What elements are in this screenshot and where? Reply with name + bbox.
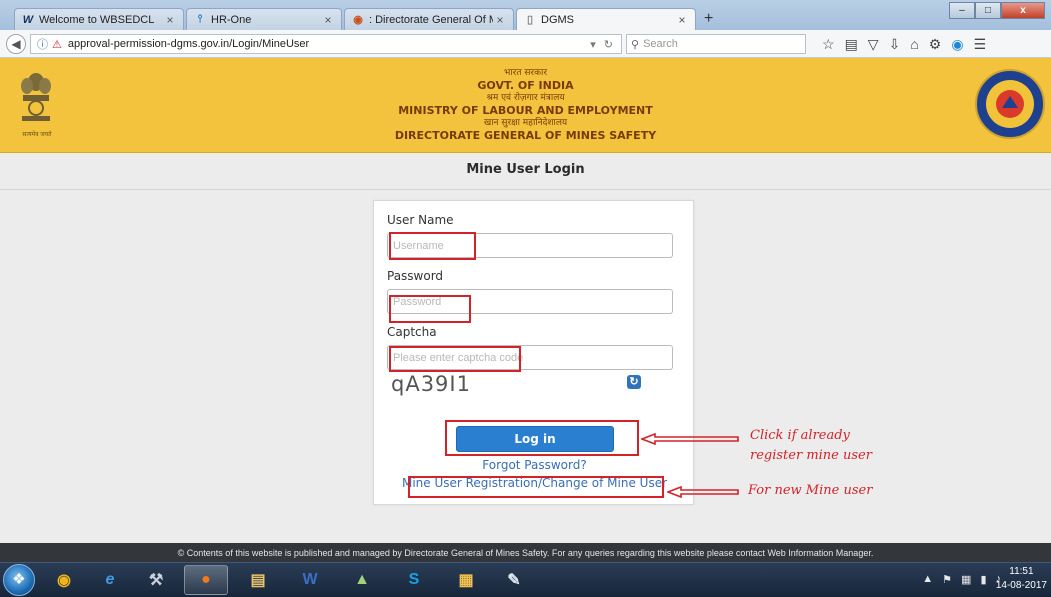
tab-wbsedcl[interactable]: W Welcome to WBSEDCL × bbox=[14, 8, 184, 30]
tab-label: Welcome to WBSEDCL bbox=[39, 13, 155, 26]
header-line-hindi-1: भारत सरकार bbox=[503, 68, 548, 78]
annotation-note-login-line1: Click if already bbox=[750, 428, 850, 443]
password-input[interactable] bbox=[387, 289, 673, 314]
signal-bars-icon[interactable]: ▮ bbox=[980, 573, 986, 586]
annotation-arrow-register-icon bbox=[667, 486, 739, 498]
system-clock[interactable]: 11:51 14-08-2017 bbox=[996, 565, 1047, 593]
insecure-warning-icon: ⚠ bbox=[52, 38, 62, 51]
clock-date: 14-08-2017 bbox=[995, 580, 1047, 591]
annotation-note-register: For new Mine user bbox=[748, 483, 873, 498]
paint-taskbar-icon[interactable]: ✎ bbox=[492, 565, 536, 595]
chrome-taskbar-icon[interactable]: ◉ bbox=[42, 565, 86, 595]
system-tray: ▲ ⚑ ▦ ▮ ♪ bbox=[922, 573, 1001, 586]
emblem-caption: सत्यमेव जयते bbox=[22, 132, 52, 138]
url-text: approval-permission-dgms.gov.in/Login/Mi… bbox=[67, 38, 310, 50]
header-line-directorate: DIRECTORATE GENERAL OF MINES SAFETY bbox=[394, 129, 657, 142]
maximize-button[interactable]: □ bbox=[975, 2, 1001, 19]
header-title-block: भारत सरकार GOVT. OF INDIA श्रम एवं रोज़ग… bbox=[300, 67, 751, 142]
tab-close-icon[interactable]: × bbox=[163, 13, 177, 27]
dgms-logo-icon bbox=[975, 69, 1045, 139]
national-emblem-icon bbox=[21, 73, 51, 121]
annotation-note-login-line2: register mine user bbox=[750, 448, 872, 463]
web-page: सत्यमेव जयते भारत सरकार GOVT. OF INDIA श… bbox=[0, 58, 1051, 563]
browser-search-box[interactable]: ⚲ Search bbox=[626, 34, 806, 54]
captcha-label: Captcha bbox=[387, 325, 437, 339]
search-icon: ⚲ bbox=[631, 38, 640, 51]
site-footer: © Contents of this website is published … bbox=[0, 543, 1051, 563]
extension-icon[interactable]: ⚙ bbox=[929, 36, 942, 53]
login-button[interactable]: Log in bbox=[456, 426, 614, 452]
start-button[interactable]: ❖ bbox=[3, 564, 35, 596]
site-header: सत्यमेव जयते भारत सरकार GOVT. OF INDIA श… bbox=[0, 58, 1051, 153]
header-line-hindi-3: खान सुरक्षा महानिदेशालय bbox=[483, 118, 568, 128]
forgot-password-link[interactable]: Forgot Password? bbox=[374, 458, 695, 472]
tab-directorate[interactable]: ◉ : Directorate General Of Mine × bbox=[344, 8, 514, 30]
tab-label: HR-One bbox=[211, 13, 252, 26]
header-line-hindi-2: श्रम एवं रोज़गार मंत्रालय bbox=[486, 93, 565, 103]
username-label: User Name bbox=[387, 213, 454, 227]
action-center-flag-icon[interactable]: ⚑ bbox=[942, 573, 952, 586]
page-favicon-icon: ▯ bbox=[526, 14, 534, 26]
browser-navbar: ◀ ⓘ ⚠ approval-permission-dgms.gov.in/Lo… bbox=[0, 30, 1051, 58]
reload-icon[interactable]: ↻ bbox=[604, 38, 613, 51]
address-bar[interactable]: ⓘ ⚠ approval-permission-dgms.gov.in/Logi… bbox=[30, 34, 622, 54]
search-placeholder: Search bbox=[643, 38, 678, 50]
window-controls: – □ x bbox=[949, 2, 1045, 19]
network-icon[interactable]: ▦ bbox=[961, 573, 971, 586]
skype-taskbar-icon[interactable]: S bbox=[392, 565, 436, 595]
back-button[interactable]: ◀ bbox=[6, 34, 26, 54]
tray-expand-icon[interactable]: ▲ bbox=[922, 573, 933, 586]
photos-taskbar-icon[interactable]: ▲ bbox=[340, 565, 384, 595]
word-taskbar-icon[interactable]: W bbox=[288, 565, 332, 595]
page-title: Mine User Login bbox=[466, 162, 585, 177]
captcha-refresh-icon[interactable]: ↻ bbox=[627, 375, 641, 389]
header-line-govt: GOVT. OF INDIA bbox=[477, 79, 574, 92]
clock-time: 11:51 bbox=[1009, 566, 1034, 577]
downloads-icon[interactable]: ⇩ bbox=[889, 36, 901, 53]
username-input[interactable] bbox=[387, 233, 673, 258]
captcha-image: qA39I1 bbox=[391, 372, 471, 396]
pocket-icon[interactable]: ▽ bbox=[868, 36, 879, 53]
folder-taskbar-icon[interactable]: ▦ bbox=[444, 565, 488, 595]
password-label: Password bbox=[387, 269, 444, 283]
tab-close-icon[interactable]: × bbox=[321, 13, 335, 27]
hr-one-favicon-icon: ⫯ bbox=[197, 13, 203, 25]
site-info-icon[interactable]: ⓘ bbox=[37, 36, 48, 52]
minimize-button[interactable]: – bbox=[949, 2, 975, 19]
windows-taskbar: ❖ ◉ e ⚒ ● ▤ W ▲ S ▦ ✎ ▲ ⚑ ▦ ▮ ♪ 11:51 14… bbox=[0, 562, 1051, 597]
browser-tab-strip: W Welcome to WBSEDCL × ⫯ HR-One × ◉ : Di… bbox=[0, 0, 1051, 30]
tab-label: DGMS bbox=[541, 13, 574, 26]
dgms-favicon-icon: ◉ bbox=[353, 14, 363, 26]
firefox-taskbar-icon[interactable]: ● bbox=[184, 565, 228, 595]
tab-label: : Directorate General Of Mine bbox=[369, 13, 493, 26]
sync-account-icon[interactable]: ◉ bbox=[951, 36, 963, 53]
mine-user-registration-link[interactable]: Mine User Registration/Change of Mine Us… bbox=[374, 476, 695, 490]
tab-close-icon[interactable]: × bbox=[493, 13, 507, 27]
annotation-arrow-login-icon bbox=[641, 433, 739, 445]
tools-taskbar-icon[interactable]: ⚒ bbox=[134, 565, 178, 595]
tab-dgms[interactable]: ▯ DGMS × bbox=[516, 8, 696, 30]
captcha-input[interactable] bbox=[387, 345, 673, 370]
bookmark-star-icon[interactable]: ☆ bbox=[822, 36, 835, 53]
new-tab-button[interactable]: + bbox=[704, 10, 713, 28]
bookmarks-library-icon[interactable]: ▤ bbox=[845, 36, 858, 53]
title-divider bbox=[0, 189, 1051, 190]
file-explorer-taskbar-icon[interactable]: ▤ bbox=[236, 565, 280, 595]
internet-explorer-taskbar-icon[interactable]: e bbox=[88, 565, 132, 595]
wbsedcl-favicon-icon: W bbox=[22, 13, 34, 26]
dropdown-chevron-icon[interactable]: ▾ bbox=[590, 38, 596, 51]
header-line-ministry: MINISTRY OF LABOUR AND EMPLOYMENT bbox=[398, 104, 653, 117]
close-window-button[interactable]: x bbox=[1001, 2, 1045, 19]
tab-close-icon[interactable]: × bbox=[675, 13, 689, 27]
home-icon[interactable]: ⌂ bbox=[910, 36, 918, 53]
login-card: User Name Password Captcha qA39I1 ↻ Log … bbox=[373, 200, 694, 505]
menu-hamburger-icon[interactable]: ☰ bbox=[974, 36, 987, 53]
browser-toolbar-icons: ☆ ▤ ▽ ⇩ ⌂ ⚙ ◉ ☰ bbox=[822, 36, 986, 53]
tab-hr-one[interactable]: ⫯ HR-One × bbox=[186, 8, 342, 30]
